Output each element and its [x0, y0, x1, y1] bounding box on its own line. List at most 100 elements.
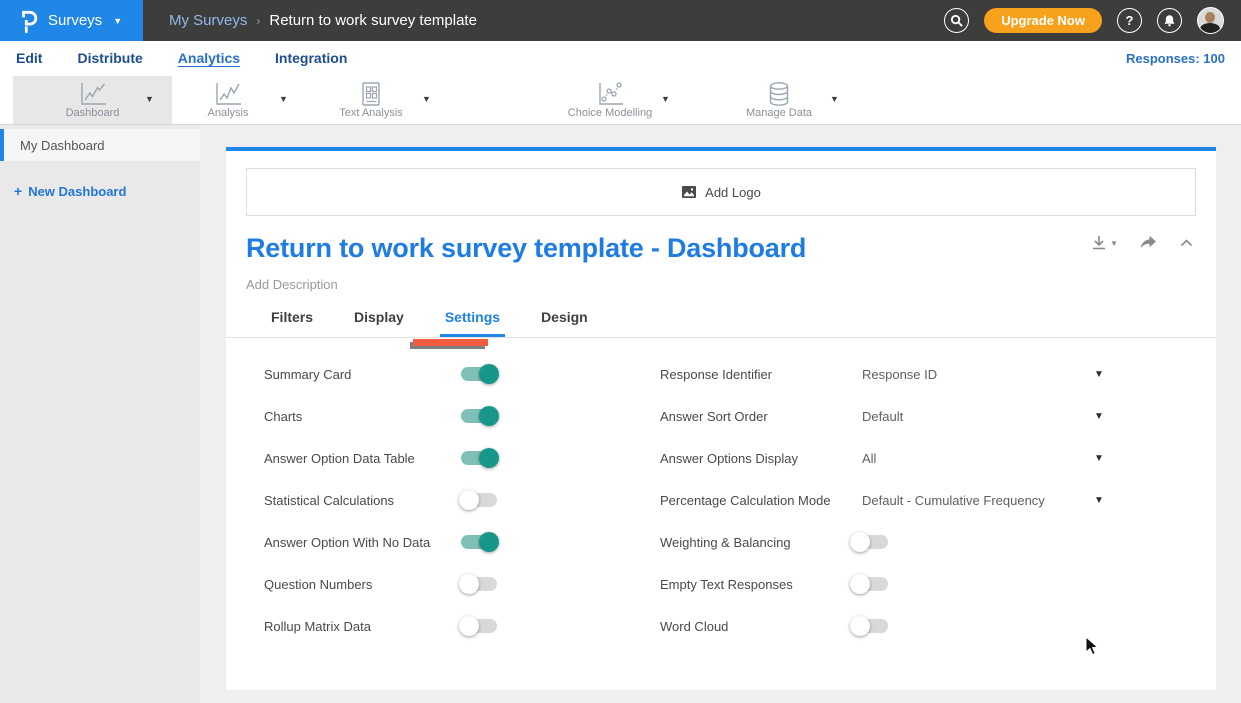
setting-label: Word Cloud	[660, 619, 728, 634]
chevron-up-icon	[1179, 237, 1194, 249]
breadcrumb-separator-icon: ›	[256, 14, 260, 28]
toolbar-text-analysis-label: Text Analysis	[296, 107, 446, 119]
summary-card-toggle[interactable]	[461, 367, 497, 381]
breadcrumb-survey-title: Return to work survey template	[269, 12, 477, 29]
help-button[interactable]: ?	[1117, 8, 1142, 33]
word-cloud-toggle[interactable]	[852, 619, 888, 633]
user-avatar[interactable]	[1197, 7, 1224, 34]
share-button[interactable]	[1139, 235, 1158, 251]
tab-design[interactable]: Design	[536, 309, 593, 337]
setting-label: Summary Card	[264, 367, 351, 382]
notifications-button[interactable]	[1157, 8, 1182, 33]
app-window: Surveys ▼ My Surveys › Return to work su…	[0, 0, 1241, 703]
setting-row-answer-option-with-no-data: Answer Option With No Data	[264, 521, 684, 563]
toolbar-manage-data-label: Manage Data	[704, 107, 854, 119]
setting-label: Empty Text Responses	[660, 577, 793, 592]
analytics-toolbar: ▼ Dashboard ▼ Analysis ▼ Text Analysis ▼…	[0, 76, 1241, 125]
setting-row-weighting-balancing: Weighting & Balancing	[660, 521, 1200, 563]
setting-row-answer-option-data-table: Answer Option Data Table	[264, 437, 684, 479]
tab-settings[interactable]: Settings	[440, 309, 505, 337]
setting-row-answer-sort-order: Answer Sort Order Default ▼	[660, 395, 1200, 437]
toolbar-dashboard[interactable]: ▼ Dashboard	[13, 76, 172, 124]
percentage-calculation-mode-select[interactable]: Default - Cumulative Frequency	[862, 493, 1045, 508]
upgrade-now-button[interactable]: Upgrade Now	[984, 8, 1102, 33]
toggle-knob	[850, 616, 870, 636]
setting-label: Statistical Calculations	[264, 493, 394, 508]
toolbar-text-analysis[interactable]: ▼ Text Analysis	[296, 76, 446, 124]
setting-row-percentage-calculation-mode: Percentage Calculation Mode Default - Cu…	[660, 479, 1200, 521]
answer-option-with-no-data-toggle[interactable]	[461, 535, 497, 549]
toolbar-manage-data[interactable]: ▼ Manage Data	[704, 76, 854, 124]
setting-row-response-identifier: Response Identifier Response ID ▼	[660, 353, 1200, 395]
dashboard-panel: Add Logo Return to work survey template …	[226, 151, 1216, 690]
toolbar-analysis[interactable]: ▼ Analysis	[153, 76, 303, 124]
tab-filters[interactable]: Filters	[266, 309, 318, 337]
setting-label: Answer Options Display	[660, 451, 798, 466]
questionpro-logo-icon	[19, 8, 39, 33]
tabs-divider	[226, 337, 1216, 338]
setting-label: Response Identifier	[660, 367, 772, 382]
setting-label: Answer Option With No Data	[264, 535, 430, 550]
download-button[interactable]: ▼	[1091, 235, 1118, 251]
search-icon	[950, 14, 963, 27]
responses-count[interactable]: Responses: 100	[1126, 51, 1241, 66]
empty-text-responses-toggle[interactable]	[852, 577, 888, 591]
chevron-down-icon: ▼	[830, 94, 839, 104]
new-dashboard-button[interactable]: + New Dashboard	[14, 183, 200, 199]
setting-row-answer-options-display: Answer Options Display All ▼	[660, 437, 1200, 479]
setting-row-empty-text-responses: Empty Text Responses	[660, 563, 1200, 605]
nav-distribute[interactable]: Distribute	[77, 50, 142, 67]
setting-label: Percentage Calculation Mode	[660, 493, 831, 508]
tab-display[interactable]: Display	[349, 309, 409, 337]
chevron-down-icon[interactable]: ▼	[1094, 453, 1104, 464]
charts-toggle[interactable]	[461, 409, 497, 423]
toggle-knob	[850, 574, 870, 594]
toggle-knob	[479, 532, 499, 552]
share-icon	[1139, 235, 1158, 251]
setting-row-rollup-matrix-data: Rollup Matrix Data	[264, 605, 684, 647]
toggle-knob	[479, 364, 499, 384]
answer-sort-order-select[interactable]: Default	[862, 409, 903, 424]
response-identifier-select[interactable]: Response ID	[862, 367, 937, 382]
rollup-matrix-data-toggle[interactable]	[461, 619, 497, 633]
toolbar-choice-modelling[interactable]: ▼ Choice Modelling	[535, 76, 685, 124]
sidebar-item-my-dashboard[interactable]: My Dashboard	[0, 129, 200, 161]
nav-analytics[interactable]: Analytics	[178, 50, 240, 67]
statistical-calculations-toggle[interactable]	[461, 493, 497, 507]
toggle-knob	[459, 574, 479, 594]
product-switcher[interactable]: Surveys ▼	[0, 0, 143, 41]
search-button[interactable]	[944, 8, 969, 33]
answer-option-data-table-toggle[interactable]	[461, 451, 497, 465]
dashboard-sidebar: My Dashboard + New Dashboard	[0, 125, 200, 703]
setting-row-summary-card: Summary Card	[264, 353, 684, 395]
chevron-down-icon[interactable]: ▼	[1094, 369, 1104, 380]
bell-icon	[1163, 14, 1176, 27]
answer-options-display-select[interactable]: All	[862, 451, 876, 466]
top-bar: Surveys ▼ My Surveys › Return to work su…	[0, 0, 1241, 41]
image-icon	[681, 185, 697, 199]
breadcrumb-my-surveys[interactable]: My Surveys	[169, 12, 247, 29]
chevron-down-icon[interactable]: ▼	[1094, 411, 1104, 422]
nav-integration[interactable]: Integration	[275, 50, 347, 67]
survey-nav-items: Edit Distribute Analytics Integration	[0, 50, 347, 67]
product-caret-icon: ▼	[113, 16, 122, 26]
breadcrumb: My Surveys › Return to work survey templ…	[169, 12, 477, 29]
setting-row-statistical-calculations: Statistical Calculations	[264, 479, 684, 521]
add-logo-button[interactable]: Add Logo	[246, 168, 1196, 216]
chevron-down-icon[interactable]: ▼	[1094, 495, 1104, 506]
toggle-knob	[479, 406, 499, 426]
nav-edit[interactable]: Edit	[16, 50, 42, 67]
add-description-button[interactable]: Add Description	[246, 277, 338, 292]
add-logo-label: Add Logo	[705, 185, 761, 200]
collapse-button[interactable]	[1179, 237, 1194, 249]
dashboard-actions: ▼	[1091, 235, 1194, 251]
help-icon: ?	[1126, 13, 1134, 28]
settings-tabs: Filters Display Settings Design	[266, 309, 593, 337]
chevron-down-icon: ▼	[279, 94, 288, 104]
toggle-knob	[850, 532, 870, 552]
weighting-balancing-toggle[interactable]	[852, 535, 888, 549]
setting-row-charts: Charts	[264, 395, 684, 437]
question-numbers-toggle[interactable]	[461, 577, 497, 591]
survey-nav: Edit Distribute Analytics Integration Re…	[0, 41, 1241, 76]
chevron-down-icon: ▼	[1110, 239, 1118, 248]
